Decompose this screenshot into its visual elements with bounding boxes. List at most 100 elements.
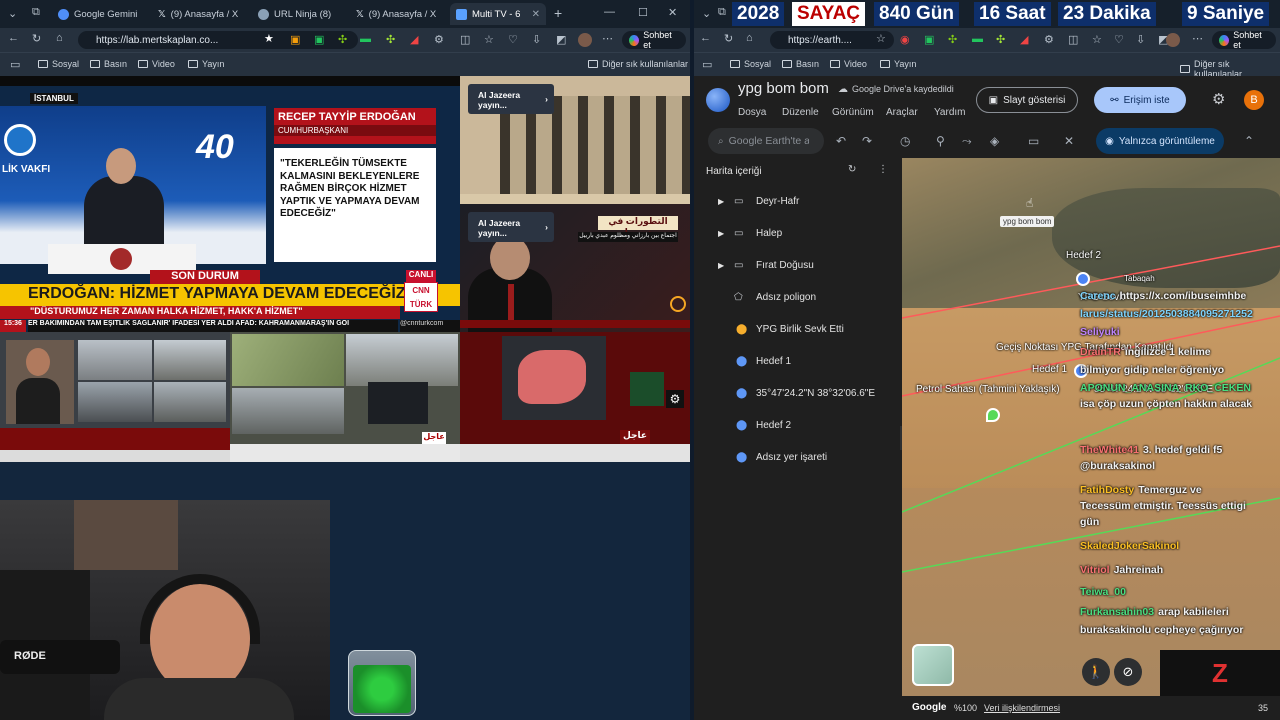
expand-arrow-icon[interactable]: ▶ bbox=[718, 261, 734, 270]
cnn-turk-stream[interactable]: İSTANBUL LİK VAKFI 40 RECEP TAYYİP ERDOĞ… bbox=[0, 86, 460, 332]
downloads-icon[interactable]: ⇩ bbox=[532, 33, 541, 46]
draw-line-icon[interactable]: ⤳ bbox=[962, 134, 972, 149]
maximize-icon[interactable]: ☐ bbox=[638, 6, 648, 19]
bookmark-basin[interactable]: Basın bbox=[90, 59, 127, 69]
data-attribution-link[interactable]: Veri ilişkilendirmesi bbox=[984, 703, 1060, 713]
other-bookmarks[interactable]: Diğer sık kullanılanlar bbox=[588, 59, 688, 69]
bookmark-basin[interactable]: Basın bbox=[782, 59, 819, 69]
favorite-icon[interactable]: ☆ bbox=[876, 32, 886, 45]
extension-icon[interactable]: ▣ bbox=[314, 33, 324, 46]
collections-icon[interactable]: ♡ bbox=[508, 33, 518, 46]
stream-label-button[interactable]: Al Jazeera yayın... › bbox=[468, 212, 554, 242]
undo-icon[interactable]: ↶ bbox=[836, 134, 846, 148]
downloads-icon[interactable]: ⇩ bbox=[1136, 33, 1145, 46]
tab-url-ninja[interactable]: URL Ninja (8) bbox=[252, 3, 346, 25]
new-tab-icon[interactable]: + bbox=[554, 5, 562, 21]
extension-icon[interactable]: ✣ bbox=[386, 33, 395, 46]
bookmark-video[interactable]: Video bbox=[830, 59, 867, 69]
news-stream-syria-2[interactable]: عاجل bbox=[230, 332, 460, 462]
account-avatar[interactable]: B bbox=[1244, 90, 1264, 110]
news-stream-syria-1[interactable] bbox=[0, 332, 230, 462]
blue-pin-hedef-2[interactable] bbox=[1076, 272, 1090, 286]
favorites-icon[interactable]: ☆ bbox=[1092, 33, 1102, 46]
back-icon[interactable]: ← bbox=[8, 32, 19, 44]
extension-icon[interactable]: ▣ bbox=[290, 33, 300, 46]
extension-icon[interactable]: ▣ bbox=[924, 33, 934, 46]
map-item-ypg-sevk[interactable]: ⬤ YPG Birlik Sevk Etti bbox=[694, 318, 900, 340]
map-item-polygon[interactable]: ⬠ Adsız poligon bbox=[694, 286, 900, 308]
project-title[interactable]: ypg bom bom bbox=[738, 80, 829, 97]
layers-icon[interactable]: ◈ bbox=[990, 134, 999, 148]
extension-icon[interactable]: ◢ bbox=[410, 33, 418, 46]
copilot-chat-button[interactable]: Sohbet et bbox=[622, 30, 686, 50]
extension-icon[interactable]: ⚙ bbox=[1044, 33, 1054, 46]
home-icon[interactable]: ⌂ bbox=[56, 32, 63, 44]
home-icon[interactable]: ⌂ bbox=[746, 32, 753, 44]
extension-icon[interactable]: ✣ bbox=[948, 33, 957, 46]
tab-multi-tv[interactable]: Multi TV - 6 ✕ bbox=[450, 3, 546, 25]
tools-icon[interactable]: ✕ bbox=[1064, 134, 1074, 148]
settings-icon[interactable]: ⚙ bbox=[666, 390, 684, 408]
history-icon[interactable]: ◷ bbox=[900, 134, 910, 148]
extension-icon[interactable]: ▬ bbox=[972, 33, 983, 45]
bookmark-yayin[interactable]: Yayın bbox=[188, 59, 224, 69]
favorites-icon[interactable]: ☆ bbox=[484, 33, 494, 46]
map-item-coordinate[interactable]: ⬤ 35°47'24.2"N 38°32'06.6"E bbox=[694, 382, 900, 404]
menu-edit[interactable]: Düzenle bbox=[782, 107, 819, 118]
workspaces-icon[interactable]: ⧉ bbox=[32, 6, 40, 19]
split-screen-icon[interactable]: ◫ bbox=[1068, 33, 1078, 46]
avatar[interactable] bbox=[1166, 33, 1180, 47]
refresh-icon[interactable]: ↻ bbox=[32, 32, 41, 45]
expand-arrow-icon[interactable]: ▶ bbox=[718, 197, 734, 206]
map-item-deyr-hafr[interactable]: ▶ ▭ Deyr-Hafr bbox=[694, 190, 900, 212]
measure-icon[interactable]: ▭ bbox=[1028, 134, 1039, 148]
search-box[interactable]: ⌕ Google Earth'te ara bbox=[708, 128, 824, 154]
extension-icon[interactable]: ◉ bbox=[900, 33, 910, 46]
minimize-icon[interactable]: — bbox=[604, 6, 615, 18]
green-pin[interactable] bbox=[986, 408, 1000, 422]
map-item-hedef-2[interactable]: ⬤ Hedef 2 bbox=[694, 414, 900, 436]
map-item-halep[interactable]: ▶ ▭ Halep bbox=[694, 222, 900, 244]
collapse-icon[interactable]: ⌃ bbox=[1244, 134, 1254, 148]
close-tab-icon[interactable]: ✕ bbox=[532, 9, 540, 20]
slideshow-button[interactable]: ▣ Slayt gösterisi bbox=[976, 87, 1078, 113]
compass-button[interactable]: ⊘ bbox=[1114, 658, 1142, 686]
add-placemark-icon[interactable]: ⚲ bbox=[936, 134, 945, 148]
al-jazeera-stream-1[interactable]: Al Jazeera yayın... › bbox=[460, 76, 690, 204]
bookmark-yayin[interactable]: Yayın bbox=[880, 59, 916, 69]
collections-icon[interactable]: ♡ bbox=[1114, 33, 1124, 46]
avatar[interactable] bbox=[578, 33, 592, 47]
back-icon[interactable]: ← bbox=[700, 32, 711, 44]
browser-menu-icon[interactable]: ⌄ bbox=[702, 7, 711, 20]
tab-x-1[interactable]: 𝕏 (9) Anasayfa / X bbox=[152, 3, 248, 25]
menu-tools[interactable]: Araçlar bbox=[886, 107, 918, 118]
menu-help[interactable]: Yardım bbox=[934, 107, 966, 118]
sidebar-toggle-icon[interactable]: ▭ bbox=[10, 58, 20, 71]
stream-label-button[interactable]: Al Jazeera yayın... › bbox=[468, 84, 554, 114]
menu-view[interactable]: Görünüm bbox=[832, 107, 874, 118]
more-icon[interactable]: ⋯ bbox=[1192, 32, 1203, 45]
extension-icon[interactable]: ✣ bbox=[996, 33, 1005, 46]
wallet-icon[interactable]: ◩ bbox=[556, 33, 566, 46]
menu-file[interactable]: Dosya bbox=[738, 107, 766, 118]
bookmark-video[interactable]: Video bbox=[138, 59, 175, 69]
split-screen-icon[interactable]: ◫ bbox=[460, 33, 470, 46]
view-only-badge[interactable]: ◉ Yalnızca görüntüleme bbox=[1096, 128, 1224, 154]
extension-icon[interactable]: ✣ bbox=[338, 33, 347, 46]
al-jazeera-stream-2[interactable]: Al Jazeera yayın... › التطورات في سوريا … bbox=[460, 204, 690, 332]
expand-arrow-icon[interactable]: ▶ bbox=[718, 229, 734, 238]
browser-menu-icon[interactable]: ⌄ bbox=[8, 7, 17, 20]
sidebar-toggle-icon[interactable]: ▭ bbox=[702, 58, 712, 71]
favorite-icon[interactable]: ★ bbox=[264, 32, 274, 45]
more-icon[interactable]: ⋯ bbox=[602, 32, 613, 45]
workspaces-icon[interactable]: ⧉ bbox=[718, 6, 726, 19]
redo-icon[interactable]: ↷ bbox=[862, 134, 872, 148]
extension-icon[interactable]: ▬ bbox=[360, 33, 371, 45]
request-access-button[interactable]: ⚯ Erişim iste bbox=[1094, 87, 1186, 113]
copilot-chat-button[interactable]: Sohbet et bbox=[1212, 30, 1276, 50]
refresh-icon[interactable]: ↻ bbox=[724, 32, 733, 45]
refresh-icon[interactable]: ↻ bbox=[848, 164, 856, 175]
map-item-firat-dogusu[interactable]: ▶ ▭ Fırat Doğusu bbox=[694, 254, 900, 276]
bookmark-sosyal[interactable]: Sosyal bbox=[38, 59, 79, 69]
map-item-untitled-placemark[interactable]: ⬤ Adsız yer işareti bbox=[694, 446, 900, 468]
